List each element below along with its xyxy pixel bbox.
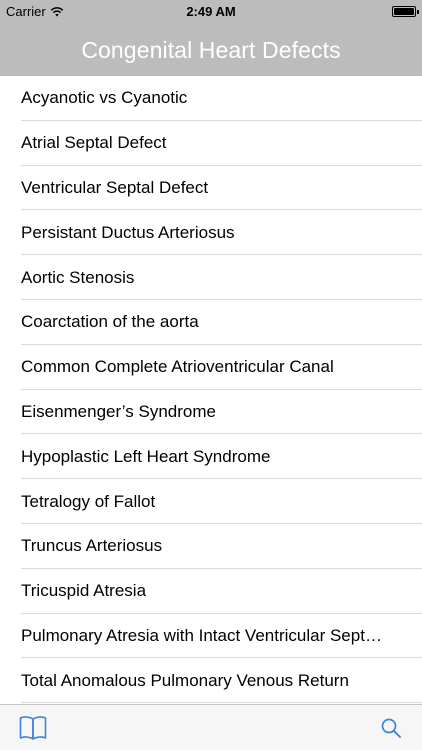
list-item[interactable]: Acyanotic vs Cyanotic — [0, 76, 422, 121]
list-item[interactable]: Eisenmenger’s Syndrome — [0, 390, 422, 435]
list-item-label: Tetralogy of Fallot — [21, 491, 156, 511]
list-item[interactable]: Coarctation of the aorta — [0, 300, 422, 345]
list-item[interactable]: Pulmonary Atresia with Intact Ventricula… — [0, 614, 422, 659]
list-item-label: Aortic Stenosis — [21, 267, 135, 287]
search-button[interactable] — [366, 705, 416, 750]
list-item[interactable]: Ventricular Septal Defect — [0, 166, 422, 211]
battery-icon — [392, 6, 419, 17]
status-time: 2:49 AM — [186, 4, 236, 19]
list-item[interactable]: Aortic Stenosis — [0, 255, 422, 300]
list-item[interactable]: Tetralogy of Fallot — [0, 479, 422, 524]
list-item-label: Pulmonary Atresia with Intact Ventricula… — [21, 625, 382, 645]
book-icon — [19, 715, 47, 740]
page-title: Congenital Heart Defects — [81, 36, 341, 63]
list-item-label: Common Complete Atrioventricular Canal — [21, 357, 334, 377]
topic-list[interactable]: Acyanotic vs Cyanotic Atrial Septal Defec… — [0, 76, 422, 704]
screen: Carrier 2:49 AM Congenital Heart Defects… — [0, 0, 422, 750]
list-item[interactable]: Truncus Arteriosus — [0, 524, 422, 569]
list-item-label: Eisenmenger’s Syndrome — [21, 401, 216, 421]
list-item-label: Ventricular Septal Defect — [21, 177, 209, 197]
battery-fill — [394, 8, 414, 15]
list-item[interactable]: Atrial Septal Defect — [0, 121, 422, 166]
navigation-bar: Congenital Heart Defects — [0, 24, 422, 76]
battery-nub — [417, 10, 419, 14]
list-item[interactable]: Persistant Ductus Arteriosus — [0, 210, 422, 255]
list-item-label: Acyanotic vs Cyanotic — [21, 88, 188, 108]
search-icon — [381, 718, 401, 738]
list-item-label: Persistant Ductus Arteriosus — [21, 222, 235, 242]
tab-bar — [0, 704, 422, 750]
list-item[interactable]: Common Complete Atrioventricular Canal — [0, 345, 422, 390]
list-item-label: Hypoplastic Left Heart Syndrome — [21, 446, 271, 466]
status-bar: Carrier 2:49 AM — [0, 0, 422, 24]
list-item-label: Atrial Septal Defect — [21, 133, 167, 153]
bookmarks-button[interactable] — [8, 705, 58, 750]
list-item-label: Truncus Arteriosus — [21, 536, 163, 556]
list-item-label: Total Anomalous Pulmonary Venous Return — [21, 670, 349, 690]
list-item[interactable]: Hypoplastic Left Heart Syndrome — [0, 434, 422, 479]
list-item-label: Coarctation of the aorta — [21, 312, 199, 332]
list-item-label: Tricuspid Atresia — [21, 581, 147, 601]
list-item[interactable]: Tricuspid Atresia — [0, 569, 422, 614]
list-item[interactable]: Total Anomalous Pulmonary Venous Return — [0, 658, 422, 703]
